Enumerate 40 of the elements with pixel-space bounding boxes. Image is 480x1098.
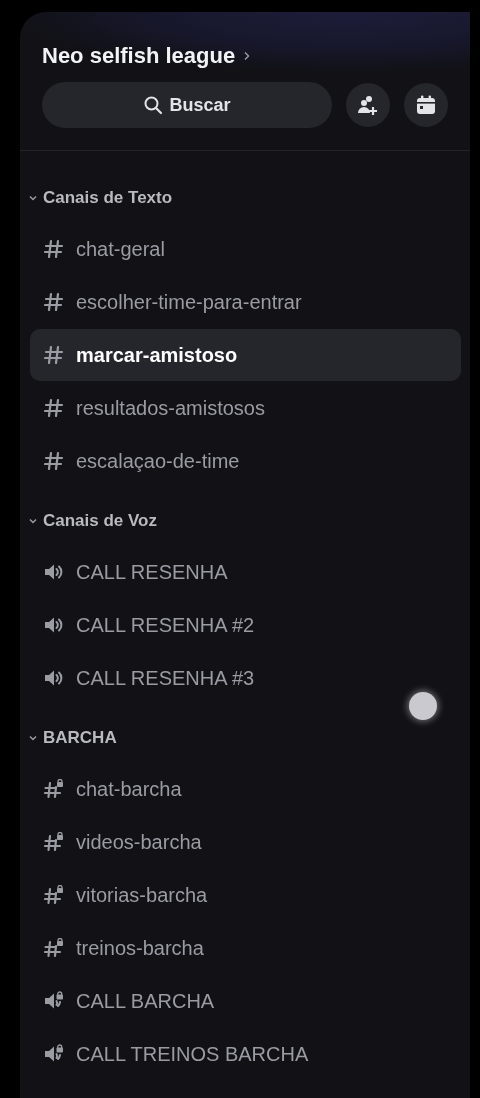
invite-button[interactable] bbox=[346, 83, 390, 127]
channel-item[interactable]: CALL TREINOS BARCHA bbox=[30, 1028, 461, 1080]
locked-hash-icon bbox=[44, 938, 64, 958]
chevron-icon[interactable] bbox=[243, 51, 252, 61]
channel-item[interactable]: resultados-amistosos bbox=[30, 382, 461, 434]
hash-icon bbox=[44, 345, 64, 365]
channel-item[interactable]: marcar-amistoso bbox=[30, 329, 461, 381]
channel-item[interactable]: vitorias-barcha bbox=[30, 869, 461, 921]
channel-item[interactable]: CALL RESENHA #2 bbox=[30, 599, 461, 651]
channel-item[interactable]: escalaçao-de-time bbox=[30, 435, 461, 487]
channel-item[interactable]: CALL BARCHA bbox=[30, 975, 461, 1027]
locked-hash-icon bbox=[44, 885, 64, 905]
hash-icon bbox=[44, 292, 64, 312]
events-button[interactable] bbox=[404, 83, 448, 127]
search-button[interactable]: Buscar bbox=[42, 82, 332, 128]
speaker-icon bbox=[44, 562, 64, 582]
locked-speaker-icon bbox=[44, 991, 64, 1011]
channel-item[interactable]: CALL RESENHA bbox=[30, 546, 461, 598]
speaker-icon bbox=[44, 615, 64, 635]
hash-icon bbox=[44, 239, 64, 259]
channel-item[interactable]: escolher-time-para-entrar bbox=[30, 276, 461, 328]
channel-item[interactable]: chat-geral bbox=[30, 223, 461, 275]
channel-item[interactable]: treinos-barcha bbox=[30, 922, 461, 974]
calendar-icon bbox=[415, 94, 437, 116]
hash-icon bbox=[44, 451, 64, 471]
category-header[interactable]: Canais de Voz bbox=[28, 506, 161, 536]
touch-indicator bbox=[409, 692, 437, 720]
channel-item[interactable]: chat-barcha bbox=[30, 763, 461, 815]
speaker-icon bbox=[44, 668, 64, 688]
search-icon bbox=[143, 95, 164, 115]
locked-hash-icon bbox=[44, 779, 64, 799]
category-header[interactable]: BARCHA bbox=[28, 723, 121, 753]
locked-speaker-icon bbox=[44, 1044, 64, 1064]
hash-icon bbox=[44, 398, 64, 418]
add-people-icon bbox=[357, 94, 379, 116]
server-name[interactable]: Neo selfish league bbox=[42, 43, 236, 69]
channel-item[interactable]: videos-barcha bbox=[30, 816, 461, 868]
category-header[interactable]: Canais de Texto bbox=[28, 183, 177, 213]
locked-hash-icon bbox=[44, 832, 64, 852]
channel-item[interactable]: CALL RESENHA #3 bbox=[30, 652, 461, 704]
